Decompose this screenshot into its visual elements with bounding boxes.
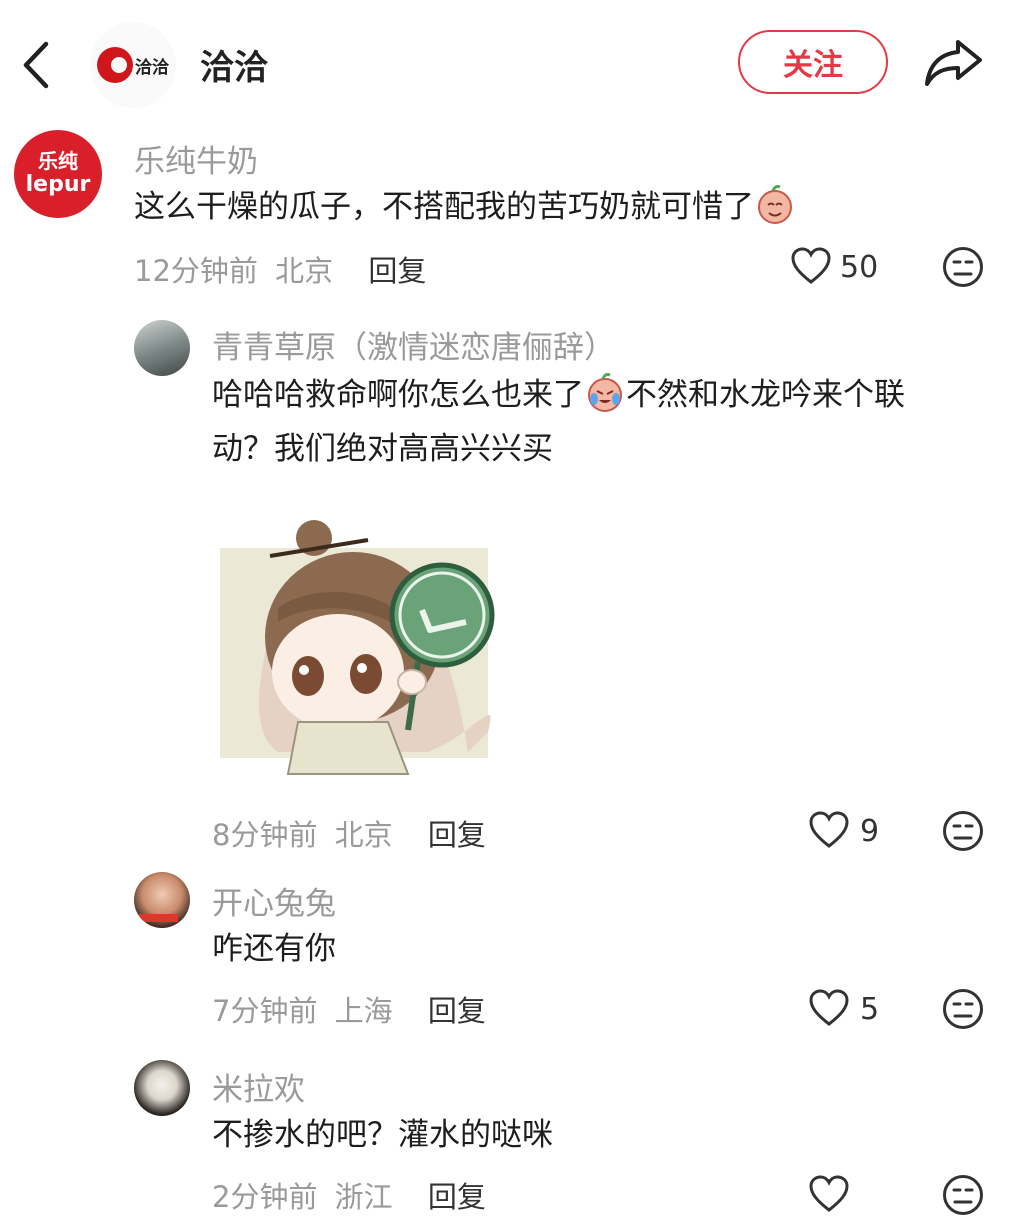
commenter-avatar[interactable] — [134, 320, 190, 376]
comment-meta: 12分钟前 北京 回复 — [134, 248, 426, 290]
heart-icon[interactable] — [808, 1174, 850, 1214]
face-icon[interactable] — [942, 1174, 984, 1216]
crying-laugh-emoji-icon — [588, 373, 622, 412]
commenter-avatar[interactable]: 乐纯 lepur — [14, 130, 102, 218]
comment-text-part: 动？我们绝对高高兴兴买 — [212, 431, 553, 467]
sticker-illustration — [220, 520, 495, 775]
face-icon[interactable] — [942, 246, 984, 288]
comment-text: 不掺水的吧？灌水的哒咪 — [212, 1117, 553, 1153]
back-arrow-icon[interactable] — [18, 38, 54, 92]
shy-face-emoji-icon — [758, 185, 792, 224]
brand-avatar[interactable]: 洽洽 — [90, 22, 176, 108]
share-icon[interactable] — [922, 36, 984, 90]
like-count: 5 — [860, 992, 880, 1027]
heart-icon[interactable] — [808, 988, 850, 1028]
comment-time: 12分钟前 — [134, 254, 258, 288]
comment-text-part: 哈哈哈救命啊你怎么也来了 — [212, 377, 584, 413]
comment-text-part: 不然和水龙吟来个联 — [626, 377, 905, 413]
comment-username[interactable]: 乐纯牛奶 — [134, 136, 258, 181]
brand-name[interactable]: 洽洽 — [200, 40, 268, 89]
comment-location: 北京 — [334, 818, 393, 852]
like-count: 50 — [840, 250, 879, 285]
reply-button[interactable]: 回复 — [368, 254, 426, 288]
comment-text-row: 这么干燥的瓜子，不搭配我的苦巧奶就可惜了 — [134, 180, 796, 234]
comment-location: 北京 — [275, 254, 334, 288]
comment-username[interactable]: 米拉欢 — [212, 1064, 305, 1109]
heart-icon[interactable] — [808, 810, 850, 850]
commenter-avatar[interactable] — [134, 872, 190, 928]
heart-icon[interactable] — [790, 246, 832, 286]
comment-meta: 7分钟前 上海 回复 — [212, 988, 486, 1030]
reply-button[interactable]: 回复 — [428, 994, 486, 1028]
comment-username[interactable]: 开心兔兔 — [212, 878, 336, 923]
comment-time: 7分钟前 — [212, 994, 318, 1028]
comment-text: 咋还有你 — [212, 931, 336, 967]
brand-logo-text: 洽洽 — [135, 57, 169, 78]
avatar-text-top: 乐纯 — [38, 149, 78, 173]
reply-button[interactable]: 回复 — [428, 1180, 486, 1214]
comment-location: 浙江 — [334, 1180, 393, 1214]
comment-text-row: 哈哈哈救命啊你怎么也来了 不然和水龙吟来个联 动？我们绝对高高兴兴买 — [212, 368, 992, 476]
comment-time: 2分钟前 — [212, 1180, 318, 1214]
like-count: 9 — [860, 814, 880, 849]
follow-button[interactable]: 关注 — [738, 30, 888, 94]
comment-time: 8分钟前 — [212, 818, 318, 852]
comment-location: 上海 — [334, 994, 393, 1028]
avatar-badge — [138, 914, 178, 922]
avatar-text-bottom: lepur — [25, 172, 91, 197]
brand-mark-icon — [97, 47, 133, 83]
face-icon[interactable] — [942, 988, 984, 1030]
comment-meta: 8分钟前 北京 回复 — [212, 812, 486, 854]
reply-button[interactable]: 回复 — [428, 818, 486, 852]
face-icon[interactable] — [942, 810, 984, 852]
commenter-avatar[interactable] — [134, 1060, 190, 1116]
comment-username[interactable]: 青青草原（激情迷恋唐俪辞） — [212, 322, 615, 367]
sticker-image[interactable] — [218, 512, 504, 782]
comment-meta: 2分钟前 浙江 回复 — [212, 1174, 486, 1216]
comment-text: 这么干燥的瓜子，不搭配我的苦巧奶就可惜了 — [134, 189, 754, 225]
